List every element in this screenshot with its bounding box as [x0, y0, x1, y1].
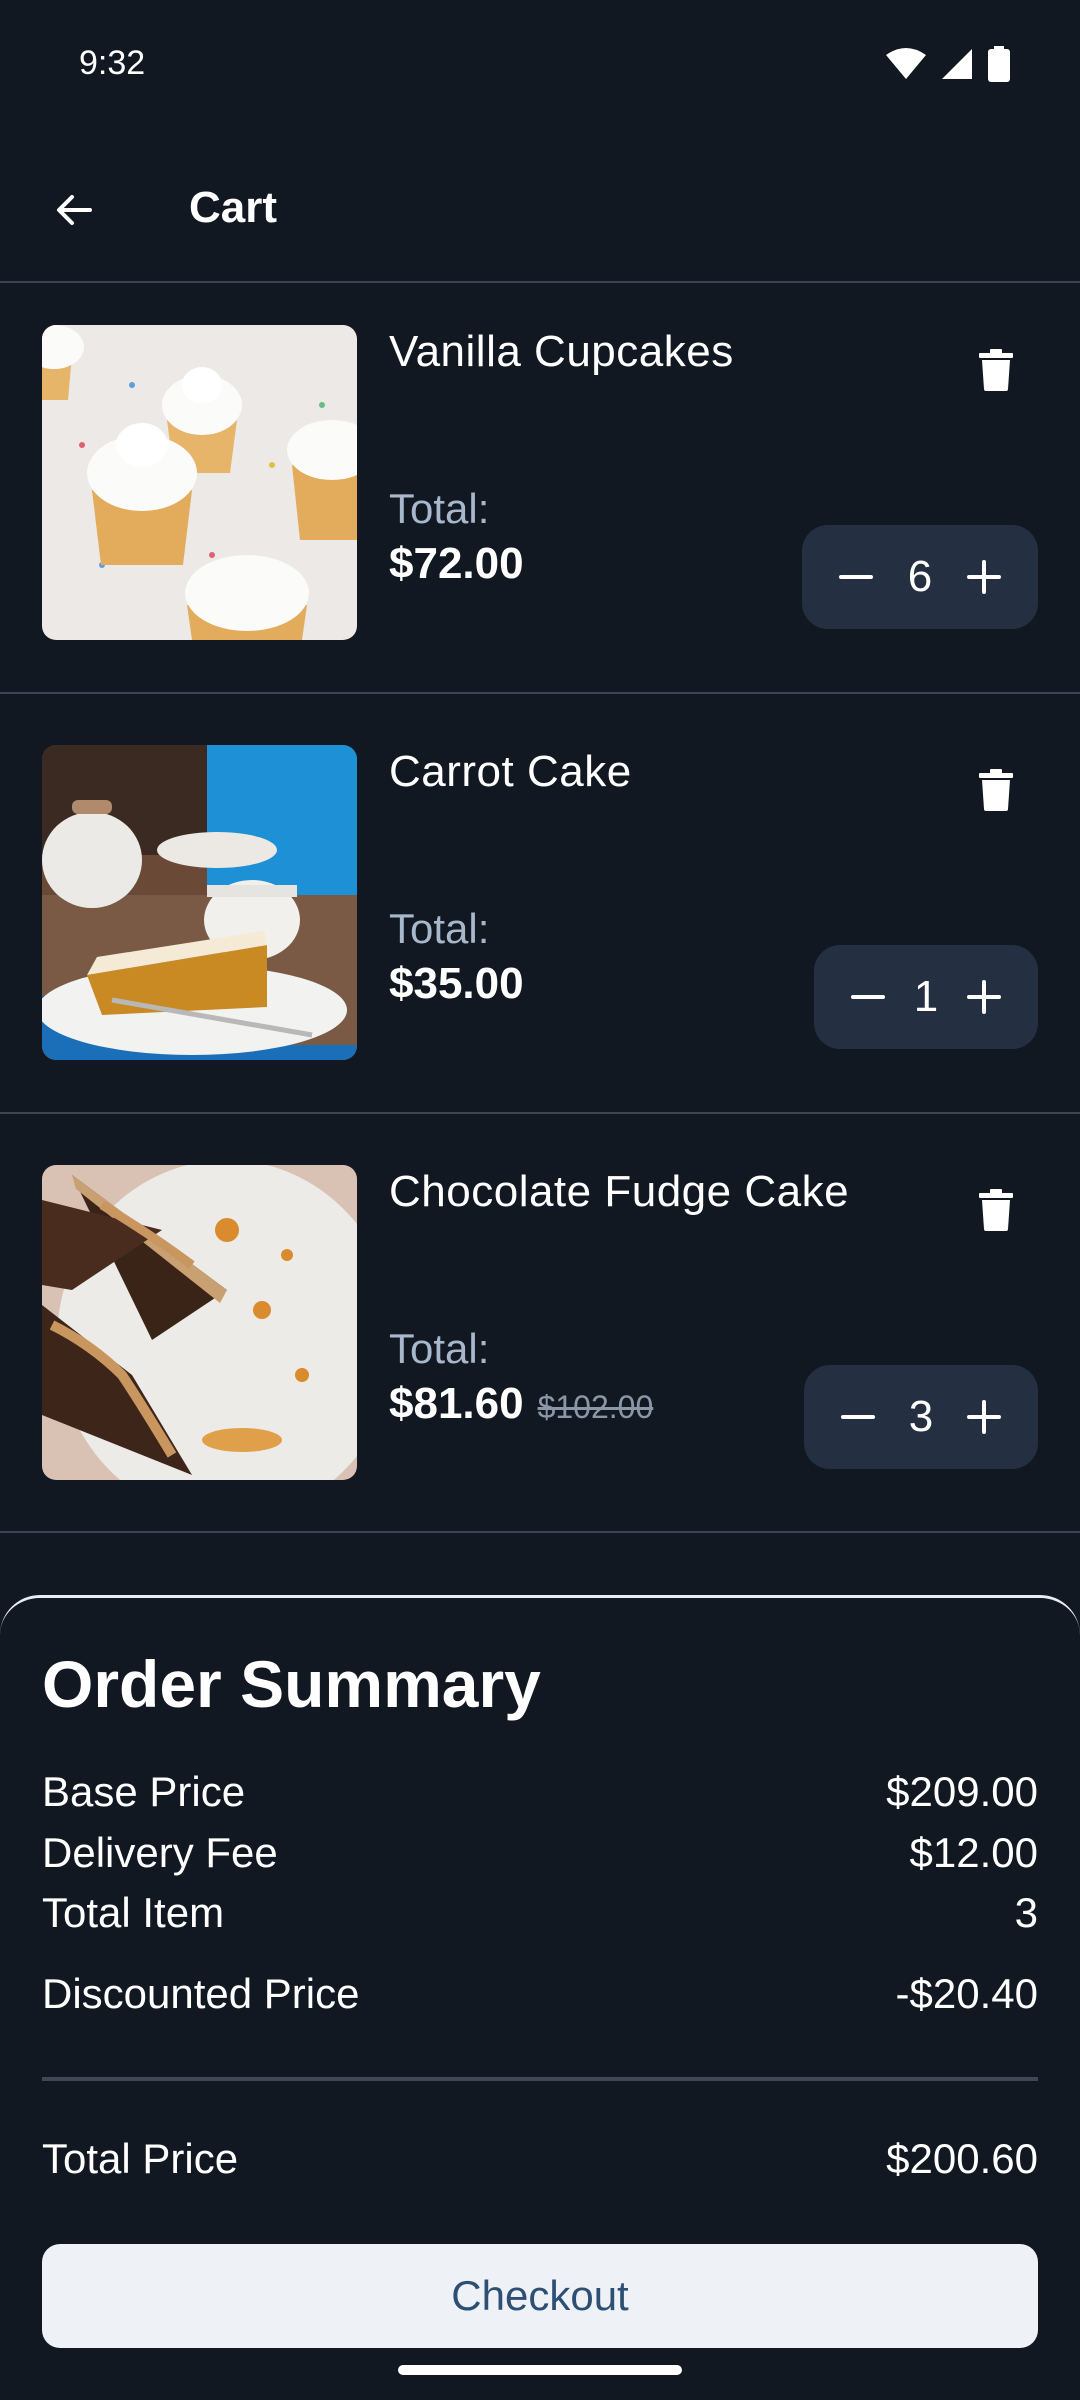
status-icons — [886, 46, 1010, 82]
wifi-icon — [886, 48, 926, 79]
battery-icon — [988, 46, 1010, 82]
item-name: Carrot Cake — [389, 747, 632, 796]
discounted-price-label: Discounted Price — [42, 1970, 360, 2017]
delivery-fee-label: Delivery Fee — [42, 1829, 278, 1876]
page-title: Cart — [189, 183, 278, 232]
trash-icon — [979, 1189, 1013, 1231]
increase-button[interactable] — [960, 1393, 1008, 1441]
delete-button[interactable] — [966, 1180, 1026, 1240]
total-item-label: Total Item — [42, 1889, 225, 1936]
product-image[interactable] — [42, 325, 357, 640]
cart-item: Chocolate Fudge Cake Total: $81.60 $102.… — [0, 1125, 1080, 1543]
divider — [0, 1531, 1080, 1533]
item-original-price: $102.00 — [537, 1389, 654, 1425]
increase-button[interactable] — [960, 553, 1008, 601]
decrease-button[interactable] — [844, 973, 892, 1021]
summary-title: Order Summary — [42, 1647, 541, 1721]
app-bar: Cart — [0, 150, 1080, 280]
item-name: Vanilla Cupcakes — [389, 327, 734, 376]
product-image[interactable] — [42, 1165, 357, 1480]
cart-item: Vanilla Cupcakes Total: $72.00 6 — [0, 285, 1080, 703]
total-price-value: $200.60 — [886, 2135, 1038, 2182]
price-row: $81.60 $102.00 — [389, 1379, 653, 1429]
plus-icon — [967, 980, 1001, 1014]
back-button[interactable] — [44, 180, 104, 240]
total-item-value: 3 — [1014, 1889, 1038, 1936]
item-price: $35.00 — [389, 959, 524, 1008]
trash-icon — [979, 349, 1013, 391]
delete-button[interactable] — [966, 340, 1026, 400]
plus-icon — [967, 560, 1001, 594]
item-price: $72.00 — [389, 539, 524, 588]
price-row: $35.00 — [389, 959, 524, 1009]
decrease-button[interactable] — [832, 553, 880, 601]
divider — [0, 1112, 1080, 1114]
quantity-stepper: 3 — [804, 1365, 1038, 1469]
base-price-label: Base Price — [42, 1768, 246, 1815]
delivery-fee-value: $12.00 — [909, 1829, 1038, 1876]
cart-item: Carrot Cake Total: $35.00 1 — [0, 705, 1080, 1123]
discounted-price-value: -$20.40 — [895, 1970, 1038, 2017]
arrow-left-icon — [57, 195, 92, 225]
discounted-price-row: Discounted Price -$20.40 — [42, 1970, 1038, 2018]
signal-icon — [942, 49, 972, 79]
base-price-row: Base Price $209.00 — [42, 1768, 1038, 1816]
item-price: $81.60 — [389, 1379, 524, 1428]
checkout-button[interactable]: Checkout — [42, 2244, 1038, 2348]
delivery-fee-row: Delivery Fee $12.00 — [42, 1829, 1038, 1877]
divider — [0, 281, 1080, 283]
divider — [0, 692, 1080, 694]
quantity-value: 3 — [908, 1392, 934, 1441]
base-price-value: $209.00 — [886, 1768, 1038, 1815]
summary-divider — [42, 2077, 1038, 2081]
order-summary-sheet: Order Summary Base Price $209.00 Deliver… — [0, 1595, 1080, 2400]
total-label: Total: — [389, 905, 490, 952]
total-label: Total: — [389, 1325, 490, 1372]
total-price-row: Total Price $200.60 — [42, 2135, 1038, 2183]
minus-icon — [841, 1415, 875, 1419]
quantity-value: 6 — [907, 552, 933, 601]
home-indicator[interactable] — [398, 2365, 682, 2375]
plus-icon — [967, 1400, 1001, 1434]
total-item-row: Total Item 3 — [42, 1889, 1038, 1937]
status-time: 9:32 — [79, 44, 146, 82]
increase-button[interactable] — [960, 973, 1008, 1021]
total-label: Total: — [389, 485, 490, 532]
quantity-stepper: 1 — [814, 945, 1038, 1049]
quantity-stepper: 6 — [802, 525, 1038, 629]
delete-button[interactable] — [966, 760, 1026, 820]
total-price-label: Total Price — [42, 2135, 239, 2182]
minus-icon — [851, 995, 885, 999]
item-name: Chocolate Fudge Cake — [389, 1167, 850, 1216]
trash-icon — [979, 769, 1013, 811]
decrease-button[interactable] — [834, 1393, 882, 1441]
quantity-value: 1 — [913, 972, 939, 1021]
minus-icon — [839, 575, 873, 579]
status-bar: 9:32 — [0, 0, 1080, 130]
product-image[interactable] — [42, 745, 357, 1060]
price-row: $72.00 — [389, 539, 524, 589]
